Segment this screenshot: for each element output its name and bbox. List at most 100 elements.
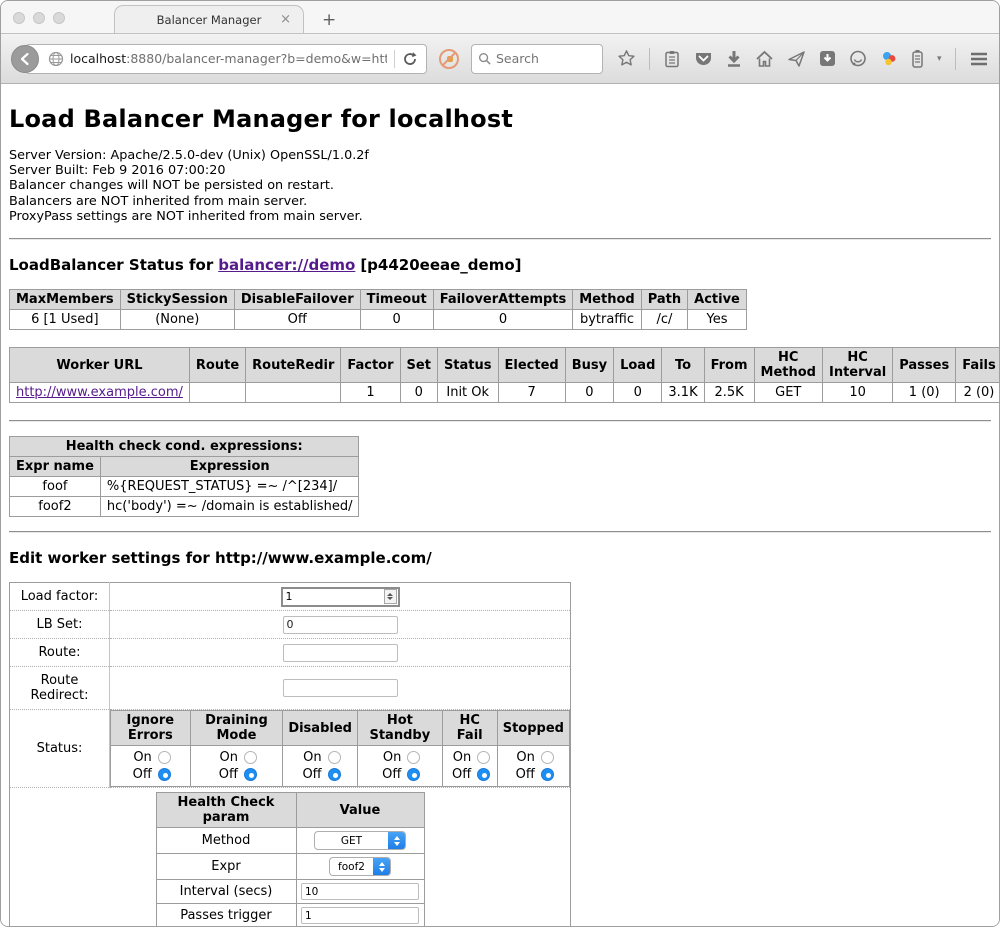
col-worker-url: Worker URL bbox=[10, 348, 190, 383]
number-spinner[interactable] bbox=[384, 589, 397, 604]
cell-to: 3.1K bbox=[662, 383, 704, 403]
hc-method-select[interactable]: GET bbox=[314, 831, 406, 850]
new-tab-button[interactable]: + bbox=[322, 10, 336, 30]
col-method: Method bbox=[573, 290, 641, 310]
hc-passes-input[interactable] bbox=[301, 907, 419, 924]
server-version-line: Server Version: Apache/2.5.0-dev (Unix) … bbox=[9, 148, 991, 163]
radio-disabled-off[interactable] bbox=[328, 768, 341, 781]
off-label: Off bbox=[130, 766, 152, 783]
battery-icon[interactable] bbox=[911, 49, 924, 68]
cell-status: Init Ok bbox=[437, 383, 498, 403]
select-arrows-icon bbox=[388, 831, 405, 850]
col-load: Load bbox=[614, 348, 662, 383]
minimize-window-button[interactable] bbox=[33, 12, 45, 24]
select-arrows-icon bbox=[373, 857, 390, 876]
url-text[interactable]: localhost:8880/balancer-manager?b=demo&w… bbox=[70, 51, 387, 66]
worker-row: http://www.example.com/ 1 0 Init Ok 7 0 … bbox=[10, 383, 1000, 403]
radio-hc-fail-on[interactable] bbox=[477, 751, 490, 764]
radio-hot-standby-on[interactable] bbox=[407, 751, 420, 764]
back-button[interactable] bbox=[11, 45, 39, 73]
col-hc-interval: HC Interval bbox=[822, 348, 892, 383]
reading-list-icon[interactable] bbox=[663, 50, 681, 68]
route-label: Route: bbox=[10, 639, 110, 667]
route-redirect-label: Route Redirect: bbox=[10, 667, 110, 710]
col-timeout: Timeout bbox=[360, 290, 433, 310]
radio-draining-mode-on[interactable] bbox=[244, 751, 257, 764]
on-label: On bbox=[130, 749, 152, 766]
page-title: Load Balancer Manager for localhost bbox=[9, 84, 991, 133]
lb-set-label: LB Set: bbox=[10, 611, 110, 639]
radio-draining-mode-off[interactable] bbox=[244, 768, 257, 781]
cell-failoverattempts: 0 bbox=[433, 310, 573, 330]
divider bbox=[9, 238, 991, 240]
status-options-table: Ignore Errors Draining Mode Disabled Hot… bbox=[110, 710, 570, 787]
hc-expr-select[interactable]: foof2 bbox=[329, 857, 391, 876]
table-header-row: Expr name Expression bbox=[10, 457, 359, 477]
route-redirect-input[interactable] bbox=[283, 679, 398, 697]
worker-url-link[interactable]: http://www.example.com/ bbox=[16, 385, 183, 400]
zoom-window-button[interactable] bbox=[53, 12, 65, 24]
download-icon[interactable] bbox=[726, 50, 742, 68]
search-input[interactable] bbox=[496, 51, 596, 66]
cell-maxmembers: 6 [1 Used] bbox=[10, 310, 121, 330]
expr-row: foof2 hc('body') =~ /domain is establish… bbox=[10, 497, 359, 517]
cell-method: bytraffic bbox=[573, 310, 641, 330]
cell-disablefailover: Off bbox=[234, 310, 360, 330]
lb-set-input[interactable] bbox=[283, 616, 398, 634]
radio-ignore-errors-on[interactable] bbox=[158, 751, 171, 764]
load-factor-input[interactable] bbox=[283, 590, 384, 603]
divider bbox=[9, 420, 991, 422]
proxypass-notice-line: ProxyPass settings are NOT inherited fro… bbox=[9, 209, 991, 224]
home-icon[interactable] bbox=[755, 50, 774, 68]
blocked-content-icon[interactable] bbox=[439, 49, 459, 69]
disabled-options: On Off bbox=[283, 746, 358, 787]
off-label: Off bbox=[300, 766, 322, 783]
radio-stopped-on[interactable] bbox=[541, 751, 554, 764]
radio-disabled-on[interactable] bbox=[328, 751, 341, 764]
menu-icon[interactable] bbox=[969, 51, 989, 67]
radio-hc-fail-off[interactable] bbox=[477, 768, 490, 781]
tab-close-icon[interactable]: × bbox=[280, 12, 291, 27]
search-bar[interactable] bbox=[471, 44, 603, 74]
toolbar-icons: ▾ bbox=[617, 48, 1000, 70]
edit-worker-heading: Edit worker settings for http://www.exam… bbox=[9, 549, 991, 567]
col-expression: Expression bbox=[100, 457, 359, 477]
hot-standby-options: On Off bbox=[357, 746, 442, 787]
feedback-icon[interactable] bbox=[849, 50, 867, 68]
radio-ignore-errors-off[interactable] bbox=[158, 768, 171, 781]
send-icon[interactable] bbox=[787, 50, 806, 68]
off-label: Off bbox=[216, 766, 238, 783]
cell-set: 0 bbox=[400, 383, 437, 403]
reload-icon[interactable] bbox=[402, 51, 418, 67]
route-input[interactable] bbox=[283, 644, 398, 662]
back-icon bbox=[18, 52, 32, 66]
col-disablefailover: DisableFailover bbox=[234, 290, 360, 310]
tab-balancer-manager[interactable]: Balancer Manager × bbox=[114, 5, 304, 34]
cell-expr-name: foof2 bbox=[10, 497, 101, 517]
cell-factor: 1 bbox=[341, 383, 400, 403]
col-fails: Fails bbox=[956, 348, 999, 383]
radio-stopped-off[interactable] bbox=[541, 768, 554, 781]
dropdown-caret-icon[interactable]: ▾ bbox=[937, 54, 942, 64]
hc-expr-value: foof2 bbox=[330, 861, 373, 873]
edit-worker-form: Load factor: LB Set: Route: bbox=[9, 582, 991, 927]
col-expr-name: Expr name bbox=[10, 457, 101, 477]
close-window-button[interactable] bbox=[13, 12, 25, 24]
balancer-demo-link[interactable]: balancer://demo bbox=[218, 256, 355, 274]
pocket-icon[interactable] bbox=[694, 50, 713, 68]
url-host: localhost bbox=[70, 51, 126, 66]
panel-icon[interactable] bbox=[819, 50, 836, 67]
url-bar[interactable]: localhost:8880/balancer-manager?b=demo&w… bbox=[25, 44, 427, 74]
hc-interval-input[interactable] bbox=[301, 883, 419, 900]
hc-expr-row: Expr foof2 bbox=[156, 854, 424, 880]
identity-dots-icon[interactable] bbox=[880, 50, 898, 68]
col-maxmembers: MaxMembers bbox=[10, 290, 121, 310]
cell-expression: %{REQUEST_STATUS} =~ /^[234]/ bbox=[100, 477, 359, 497]
route-row: Route: bbox=[10, 639, 571, 667]
bookmark-star-icon[interactable] bbox=[617, 49, 636, 68]
table-row: 6 [1 Used] (None) Off 0 0 bytraffic /c/ … bbox=[10, 310, 747, 330]
status-row: Status: Ignore Errors Draining Mode Disa… bbox=[10, 710, 571, 788]
radio-hot-standby-off[interactable] bbox=[407, 768, 420, 781]
col-stopped: Stopped bbox=[497, 711, 569, 746]
hc-fail-options: On Off bbox=[442, 746, 497, 787]
